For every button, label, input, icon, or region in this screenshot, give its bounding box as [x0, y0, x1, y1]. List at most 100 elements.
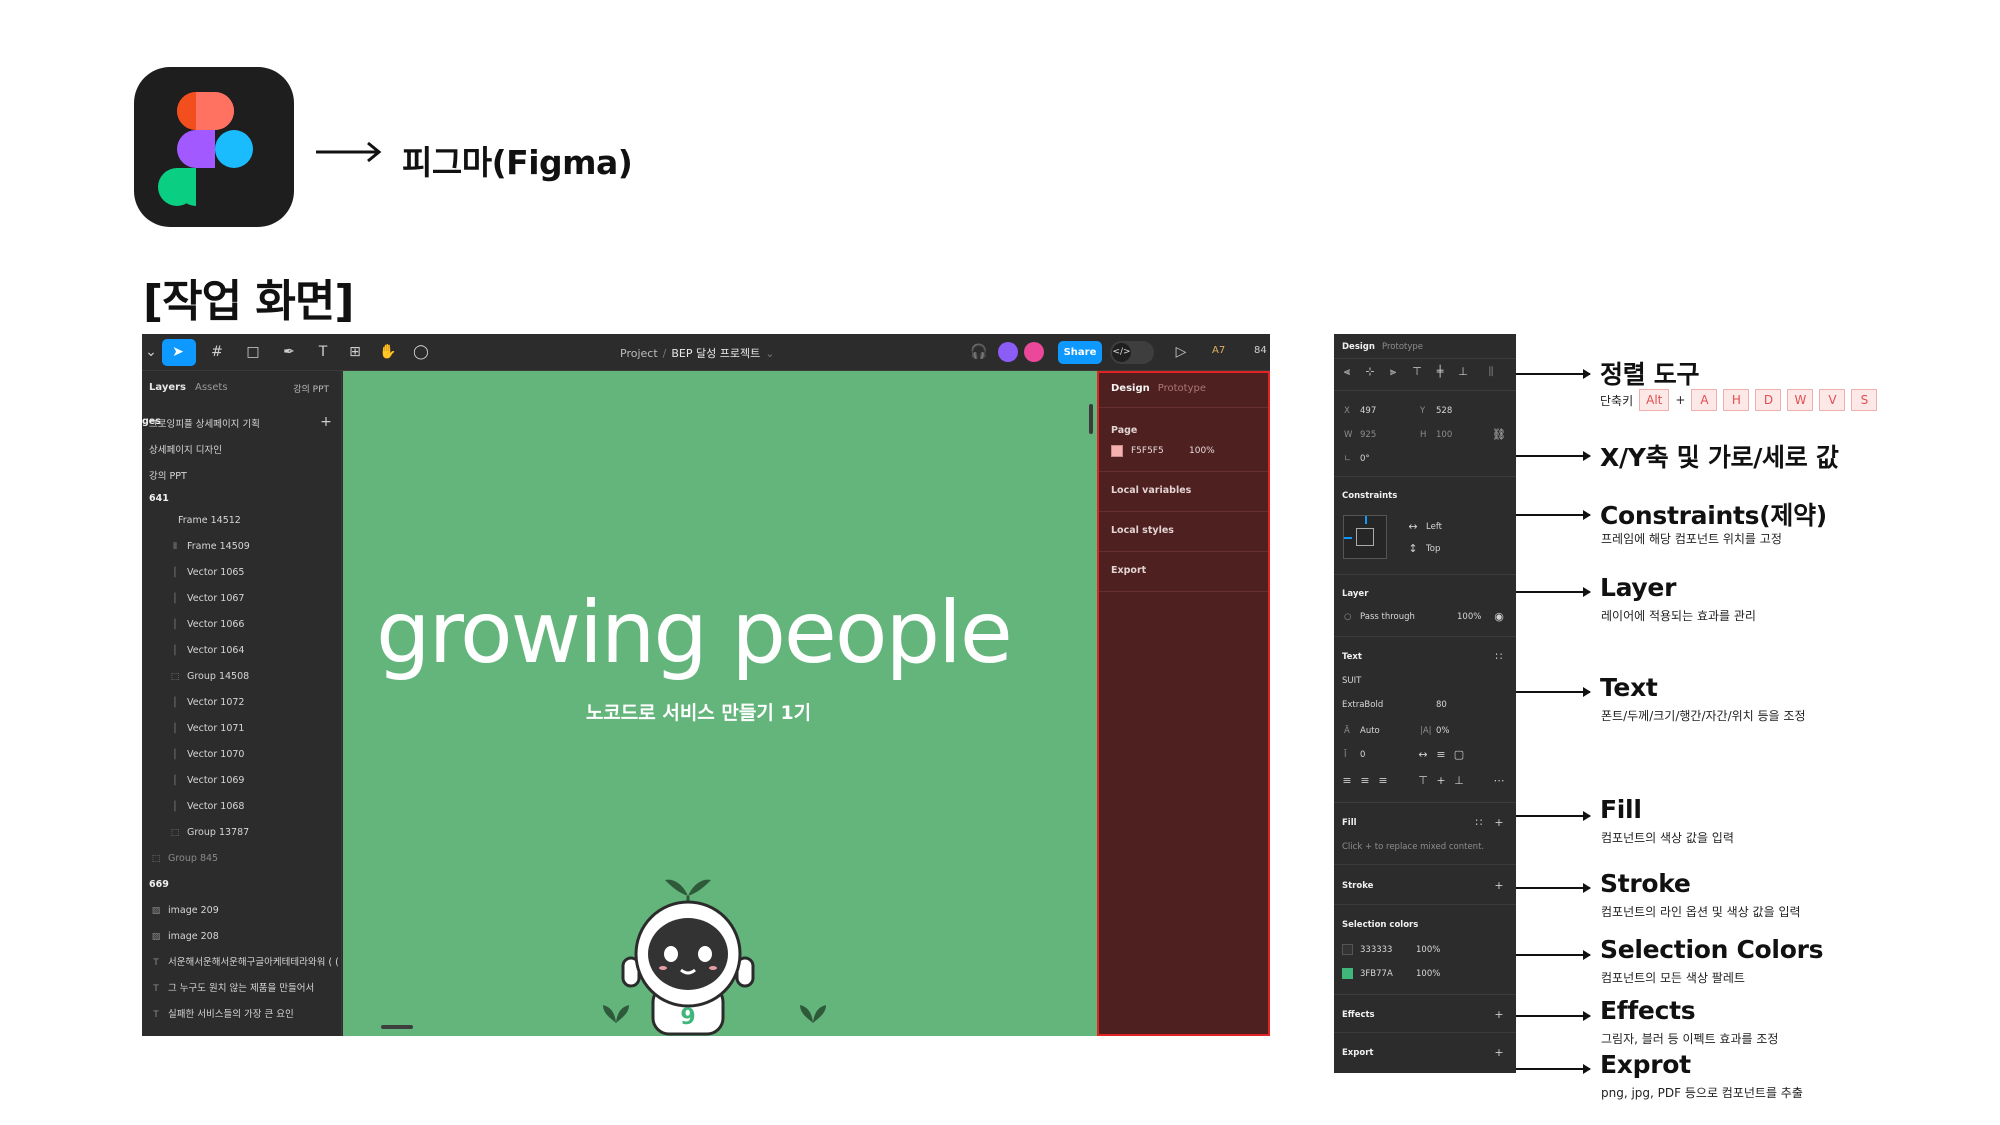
layer-opacity[interactable]: 100%	[1457, 612, 1481, 622]
tab-assets[interactable]: Assets	[195, 382, 228, 393]
tab-prototype[interactable]: Prototype	[1382, 342, 1423, 352]
align-left-icon[interactable]: ⫷	[1340, 365, 1354, 379]
selection-color-opacity[interactable]: 100%	[1416, 969, 1440, 979]
constraint-horizontal[interactable]: Left	[1426, 522, 1442, 532]
distribute-icon[interactable]: ⫼	[1484, 365, 1498, 379]
constrain-proportions-icon[interactable]: ⛓	[1492, 428, 1506, 441]
layer-row[interactable]: 그로잉피플 상세페이지 기획	[142, 412, 342, 438]
more-options-icon[interactable]: ⋯	[1492, 774, 1506, 787]
layer-row[interactable]: Frame 14512	[142, 508, 342, 534]
text-styles-icon[interactable]: ∷	[1492, 650, 1506, 663]
dev-mode-toggle[interactable]: </>	[1110, 341, 1154, 364]
layer-row[interactable]: │ Vector 1065	[142, 560, 342, 586]
layer-row[interactable]: │ Vector 1069	[142, 768, 342, 794]
frame-tool-icon[interactable]: #	[208, 343, 226, 361]
tab-design[interactable]: Design	[1342, 342, 1375, 352]
layer-row[interactable]: ▨ image 209	[142, 898, 342, 924]
present-icon[interactable]: ▷	[1172, 343, 1190, 361]
layer-row[interactable]: 669	[142, 872, 342, 898]
layer-row[interactable]: T 실패한 서비스들의 가장 큰 요인	[142, 1002, 342, 1028]
layer-row[interactable]: │ Vector 1064	[142, 638, 342, 664]
constraints-widget[interactable]	[1343, 515, 1387, 559]
layer-row[interactable]: ⬚ Group 14508	[142, 664, 342, 690]
layer-row[interactable]: │ Vector 1071	[142, 716, 342, 742]
page-color-swatch[interactable]	[1111, 445, 1123, 457]
text-align-bottom-icon[interactable]: ⊥	[1452, 774, 1466, 787]
text-align-top-icon[interactable]: ⊤	[1416, 774, 1430, 787]
tab-layers[interactable]: Layers	[149, 382, 186, 393]
canvas-headline[interactable]: growing people	[376, 583, 1013, 683]
layer-row[interactable]: T 그 누구도 원치 않는 제품을 만들어서	[142, 976, 342, 1002]
selection-color-opacity[interactable]: 100%	[1416, 945, 1440, 955]
auto-width-icon[interactable]: ↔	[1416, 748, 1430, 761]
canvas-scrollbar[interactable]	[381, 1025, 413, 1029]
blend-mode[interactable]: Pass through	[1360, 612, 1415, 622]
avatar[interactable]	[998, 342, 1018, 362]
export-label[interactable]: Export	[1111, 565, 1146, 576]
menu-chevron-icon[interactable]: ⌄	[142, 343, 160, 361]
local-variables-label[interactable]: Local variables	[1111, 485, 1191, 496]
layer-row[interactable]: ⬚ Group 845	[142, 846, 342, 872]
y-value[interactable]: 528	[1436, 406, 1452, 416]
layer-row[interactable]: │ Vector 1070	[142, 742, 342, 768]
page-opacity-value[interactable]: 100%	[1189, 446, 1215, 456]
add-effect-icon[interactable]: +	[1492, 1008, 1506, 1021]
rectangle-tool-icon[interactable]: □	[244, 343, 262, 361]
align-top-icon[interactable]: ⊤	[1410, 365, 1424, 378]
hand-tool-icon[interactable]: ✋	[379, 343, 397, 361]
page-selector[interactable]: 강의 PPT	[293, 382, 329, 395]
fill-styles-icon[interactable]: ∷	[1472, 816, 1486, 829]
font-family[interactable]: SUIT	[1342, 676, 1361, 686]
add-export-icon[interactable]: +	[1492, 1046, 1506, 1059]
add-fill-icon[interactable]: +	[1492, 816, 1506, 829]
tab-design[interactable]: Design	[1111, 383, 1150, 394]
zoom-value[interactable]: 84	[1254, 345, 1267, 356]
letter-spacing[interactable]: 0%	[1436, 726, 1450, 736]
breadcrumb-project[interactable]: Project	[620, 347, 658, 360]
comment-tool-icon[interactable]: ◯	[412, 343, 430, 361]
align-right-icon[interactable]: ⫸	[1386, 365, 1400, 379]
canvas-subtitle[interactable]: 노코드로 서비스 만들기 1기	[343, 698, 1054, 725]
selection-color-hex[interactable]: 3FB77A	[1360, 969, 1393, 979]
eye-icon[interactable]: ◉	[1492, 610, 1506, 623]
paragraph-spacing[interactable]: 0	[1360, 750, 1365, 760]
color-swatch[interactable]	[1342, 944, 1353, 955]
text-align-center-icon[interactable]: ≡	[1358, 774, 1372, 787]
page-color-value[interactable]: F5F5F5	[1131, 446, 1164, 456]
font-weight[interactable]: ExtraBold	[1342, 700, 1383, 710]
h-value[interactable]: 100	[1436, 430, 1452, 440]
layer-row[interactable]: ⬚ Group 13787	[142, 820, 342, 846]
resources-icon[interactable]: ⊞	[346, 343, 364, 361]
layer-row[interactable]: T 서운해서운해서운해구글아케테테라와워 ( ( ...	[142, 950, 342, 976]
breadcrumb-file[interactable]: BEP 달성 프로젝트	[671, 347, 760, 360]
layer-row[interactable]: ⫴ Frame 14509	[142, 534, 342, 560]
text-align-right-icon[interactable]: ≡	[1376, 774, 1390, 787]
text-tool-icon[interactable]: T	[314, 343, 332, 361]
x-value[interactable]: 497	[1360, 406, 1376, 416]
align-middle-icon[interactable]: ╪	[1433, 365, 1447, 378]
pen-tool-icon[interactable]: ✒	[280, 343, 298, 361]
headphones-icon[interactable]: 🎧	[970, 343, 988, 361]
text-align-middle-icon[interactable]: +	[1434, 774, 1448, 787]
layer-row[interactable]: │ Vector 1068	[142, 794, 342, 820]
fixed-size-icon[interactable]: ▢	[1452, 748, 1466, 761]
share-button[interactable]: Share	[1058, 341, 1102, 364]
font-size[interactable]: 80	[1436, 700, 1447, 710]
layer-row[interactable]: ▨ image 208	[142, 924, 342, 950]
breadcrumb[interactable]: Project / BEP 달성 프로젝트 ⌄	[620, 345, 779, 361]
layer-row[interactable]: │ Vector 1066	[142, 612, 342, 638]
auto-height-icon[interactable]: ≡	[1434, 748, 1448, 761]
text-align-left-icon[interactable]: ≡	[1340, 774, 1354, 787]
layer-row[interactable]: │ Vector 1072	[142, 690, 342, 716]
align-center-h-icon[interactable]: ⊹	[1363, 365, 1377, 378]
local-styles-label[interactable]: Local styles	[1111, 525, 1174, 536]
layer-row[interactable]: │ Vector 1067	[142, 586, 342, 612]
tab-prototype[interactable]: Prototype	[1158, 383, 1206, 394]
line-height[interactable]: Auto	[1360, 726, 1380, 736]
layer-row[interactable]: 상세페이지 디자인	[142, 438, 342, 464]
rotation-value[interactable]: 0°	[1360, 454, 1370, 464]
avatar[interactable]	[1024, 342, 1044, 362]
align-bottom-icon[interactable]: ⊥	[1456, 365, 1470, 378]
vertical-scrollbar[interactable]	[1089, 404, 1093, 434]
constraint-vertical[interactable]: Top	[1426, 544, 1440, 554]
